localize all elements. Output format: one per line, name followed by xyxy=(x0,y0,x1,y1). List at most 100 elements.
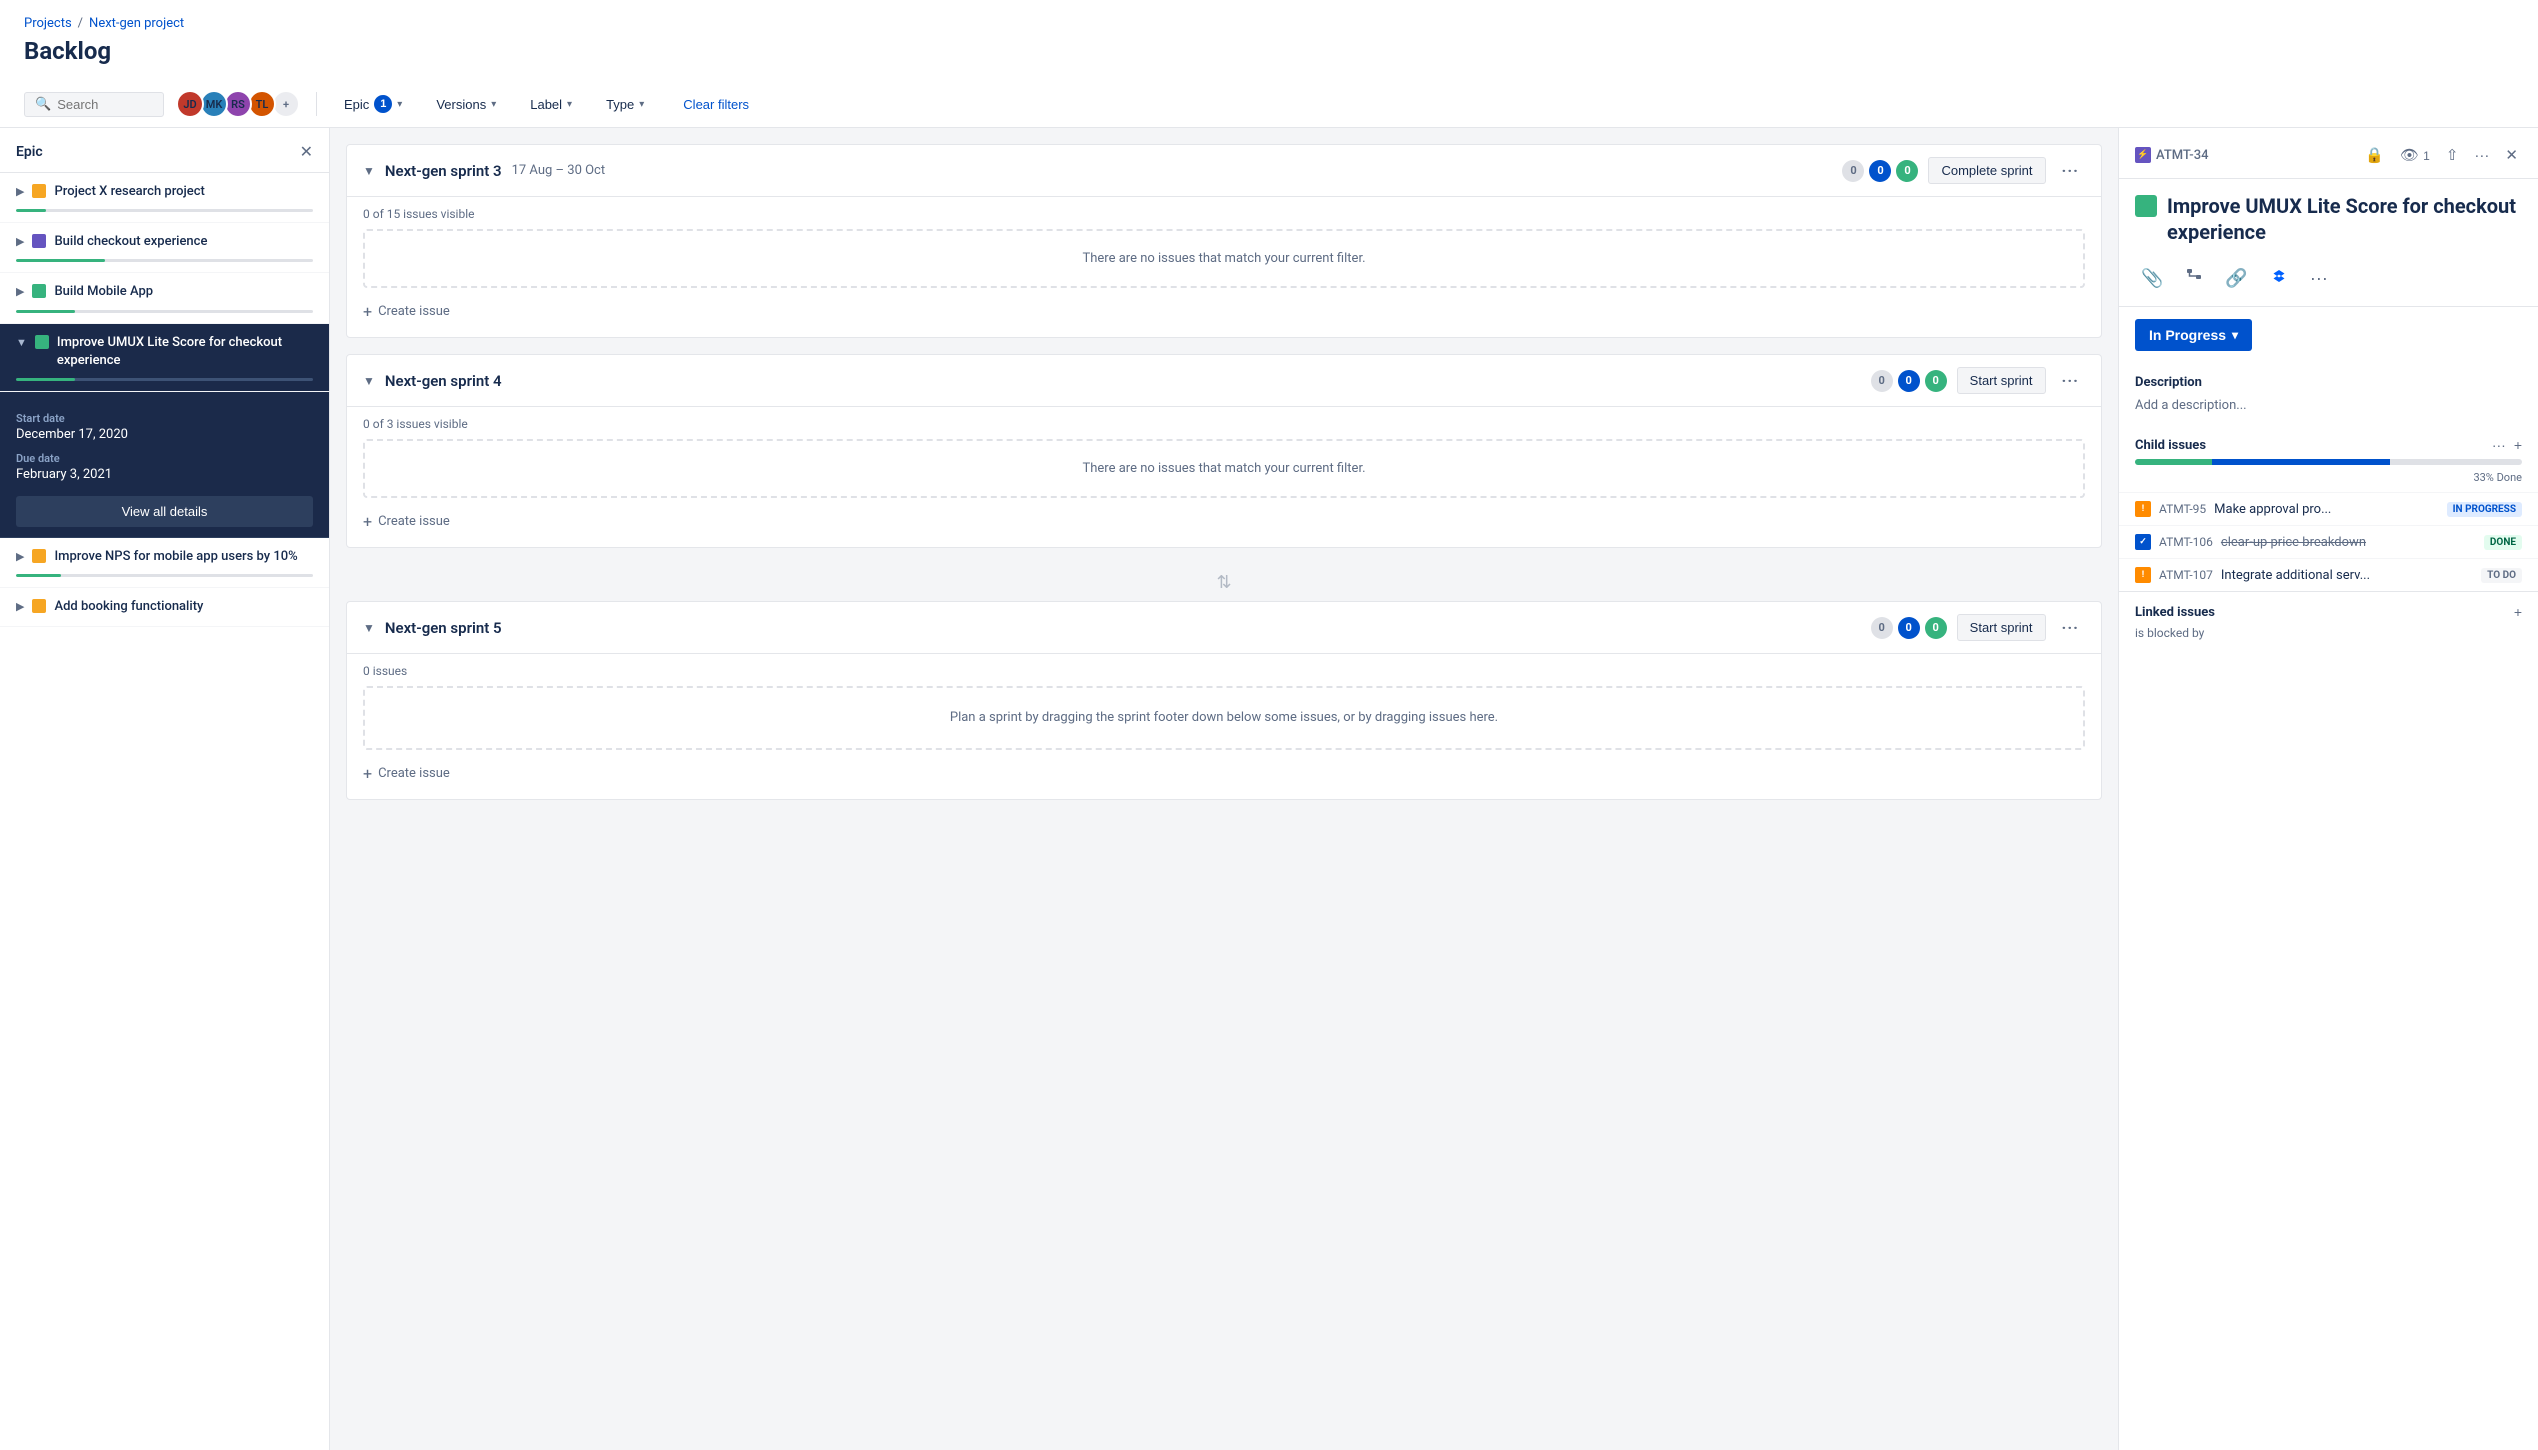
sprint-4-counter-green: 0 xyxy=(1925,370,1947,392)
sprint-3-toggle[interactable]: ▼ xyxy=(363,164,375,178)
avatar-4[interactable]: TL xyxy=(248,90,276,118)
child-issues-add-button[interactable]: + xyxy=(2514,437,2522,453)
page-title: Backlog xyxy=(24,37,2514,65)
child-issues-more-button[interactable]: ··· xyxy=(2492,437,2506,453)
label-filter-button[interactable]: Label ▾ xyxy=(519,91,583,118)
avatar-3[interactable]: RS xyxy=(224,90,252,118)
child-issue-3-status: TO DO xyxy=(2481,568,2522,583)
sprint-3-create-issue-button[interactable]: + Create issue xyxy=(363,296,2085,327)
child-issue-3-title: Integrate additional serv... xyxy=(2221,568,2473,583)
child-issues-button[interactable] xyxy=(2179,263,2209,294)
lock-button[interactable]: 🔒 xyxy=(2361,142,2388,168)
share-button[interactable]: ⇧ xyxy=(2442,142,2463,168)
toolbar: 🔍 JD MK RS TL + Epic 1 ▾ Versions ▾ Labe… xyxy=(0,81,2538,128)
epic-6-chevron-icon: ▶ xyxy=(16,600,24,613)
sprint-5-action-button[interactable]: Start sprint xyxy=(1957,614,2046,641)
watch-button[interactable]: 👁 1 xyxy=(2396,142,2434,168)
child-issue-3-icon: ! xyxy=(2135,567,2151,583)
sprint-5-more-button[interactable]: ··· xyxy=(2056,614,2085,641)
child-issue-1[interactable]: ! ATMT-95 Make approval pro... IN PROGRE… xyxy=(2119,492,2538,525)
issue-id: ATMT-34 xyxy=(2156,148,2208,163)
panel-actions: 🔒 👁 1 ⇧ ··· ✕ xyxy=(2361,142,2522,168)
dropbox-button[interactable] xyxy=(2264,263,2294,294)
versions-chevron-icon: ▾ xyxy=(491,99,496,110)
main-layout: Epic ✕ ▶ Project X research project ▶ xyxy=(0,128,2538,1450)
breadcrumb-projects[interactable]: Projects xyxy=(24,16,72,31)
sidebar-item-epic-2[interactable]: ▶ Build checkout experience xyxy=(0,223,329,273)
avatar-2[interactable]: MK xyxy=(200,90,228,118)
sprint-3-body: 0 of 15 issues visible There are no issu… xyxy=(347,197,2101,337)
sprint-4-plus-icon: + xyxy=(363,512,372,531)
sprint-5-counter-gray: 0 xyxy=(1871,617,1893,639)
child-issue-3-id: ATMT-107 xyxy=(2159,568,2213,582)
child-issue-2-title: clear-up price breakdown xyxy=(2221,535,2476,550)
child-issue-1-status: IN PROGRESS xyxy=(2447,502,2522,517)
sprint-3-action-button[interactable]: Complete sprint xyxy=(1928,157,2045,184)
epic-2-label: Build checkout experience xyxy=(54,233,207,251)
sprint-3-counter-gray: 0 xyxy=(1842,160,1864,182)
epic-filter-button[interactable]: Epic 1 ▾ xyxy=(333,89,413,119)
epic-3-chevron-icon: ▶ xyxy=(16,285,24,298)
due-date-value: February 3, 2021 xyxy=(16,467,313,482)
sidebar-item-epic-3[interactable]: ▶ Build Mobile App xyxy=(0,273,329,323)
sidebar-item-epic-5[interactable]: ▶ Improve NPS for mobile app users by 10… xyxy=(0,538,329,588)
filter-separator xyxy=(316,92,317,116)
status-button[interactable]: In Progress ▾ xyxy=(2135,319,2252,351)
linked-issues-subtitle: is blocked by xyxy=(2119,626,2538,644)
breadcrumb: Projects / Next-gen project xyxy=(24,16,2514,31)
epic-filter-badge: 1 xyxy=(374,95,392,113)
epic-2-chevron-icon: ▶ xyxy=(16,235,24,248)
epic-sidebar-close-button[interactable]: ✕ xyxy=(300,142,313,162)
type-filter-button[interactable]: Type ▾ xyxy=(595,91,655,118)
child-issue-2-icon: ✓ xyxy=(2135,534,2151,550)
avatar-1[interactable]: JD xyxy=(176,90,204,118)
sidebar-item-epic-6[interactable]: ▶ Add booking functionality xyxy=(0,588,329,627)
versions-filter-button[interactable]: Versions ▾ xyxy=(425,91,507,118)
issue-id-badge: ⚡ ATMT-34 xyxy=(2135,147,2208,163)
attach-button[interactable]: 📎 xyxy=(2135,264,2169,293)
linked-issues-add-button[interactable]: + xyxy=(2514,604,2522,620)
child-issue-2[interactable]: ✓ ATMT-106 clear-up price breakdown DONE xyxy=(2119,525,2538,558)
clear-filters-button[interactable]: Clear filters xyxy=(671,92,761,117)
child-progress-bar xyxy=(2135,459,2522,465)
sprint-3-name: Next-gen sprint 3 xyxy=(385,162,502,180)
sprint-5-counter-blue: 0 xyxy=(1898,617,1920,639)
dropbox-icon xyxy=(2270,267,2288,285)
avatar-group: JD MK RS TL + xyxy=(176,90,300,118)
child-progress-blue xyxy=(2212,459,2390,465)
search-input[interactable] xyxy=(57,97,153,112)
sidebar-item-epic-1[interactable]: ▶ Project X research project xyxy=(0,173,329,223)
sprint-5-create-issue-button[interactable]: + Create issue xyxy=(363,758,2085,789)
view-all-details-button[interactable]: View all details xyxy=(16,496,313,527)
sprint-3-section: ▼ Next-gen sprint 3 17 Aug – 30 Oct 0 0 … xyxy=(346,144,2102,338)
more-options-button[interactable]: ··· xyxy=(2470,143,2493,168)
child-issue-1-id: ATMT-95 xyxy=(2159,502,2206,516)
sprint-4-counter-blue: 0 xyxy=(1898,370,1920,392)
sprint-4-toggle[interactable]: ▼ xyxy=(363,374,375,388)
epic-chevron-icon: ▾ xyxy=(397,99,402,110)
link-button[interactable]: 🔗 xyxy=(2219,264,2253,293)
sprint-3-issues-visible: 0 of 15 issues visible xyxy=(363,207,2085,221)
close-panel-button[interactable]: ✕ xyxy=(2501,142,2522,168)
sprint-4-more-button[interactable]: ··· xyxy=(2056,367,2085,394)
sidebar-item-epic-4[interactable]: ▼ Improve UMUX Lite Score for checkout e… xyxy=(0,324,329,392)
breadcrumb-sep: / xyxy=(78,16,83,31)
add-avatar-button[interactable]: + xyxy=(272,90,300,118)
sprint-4-create-issue-label: Create issue xyxy=(378,514,450,529)
linked-issues-title: Linked issues xyxy=(2135,605,2215,620)
epic-4-progress xyxy=(16,378,313,381)
sprint-3-more-button[interactable]: ··· xyxy=(2056,157,2085,184)
sprint-4-body: 0 of 3 issues visible There are no issue… xyxy=(347,407,2101,547)
sprint-3-header: ▼ Next-gen sprint 3 17 Aug – 30 Oct 0 0 … xyxy=(347,145,2101,197)
sprint-5-toggle[interactable]: ▼ xyxy=(363,621,375,635)
page-header: Projects / Next-gen project Backlog xyxy=(0,0,2538,81)
breadcrumb-project[interactable]: Next-gen project xyxy=(89,16,184,31)
sprint-4-action-button[interactable]: Start sprint xyxy=(1957,367,2046,394)
description-content[interactable]: Add a description... xyxy=(2135,398,2522,413)
child-issue-2-id: ATMT-106 xyxy=(2159,535,2213,549)
search-box[interactable]: 🔍 xyxy=(24,92,164,117)
sprints-area: ▼ Next-gen sprint 3 17 Aug – 30 Oct 0 0 … xyxy=(330,128,2118,1450)
sprint-4-create-issue-button[interactable]: + Create issue xyxy=(363,506,2085,537)
more-actions-button[interactable]: ··· xyxy=(2304,264,2334,293)
child-issue-3[interactable]: ! ATMT-107 Integrate additional serv... … xyxy=(2119,558,2538,591)
